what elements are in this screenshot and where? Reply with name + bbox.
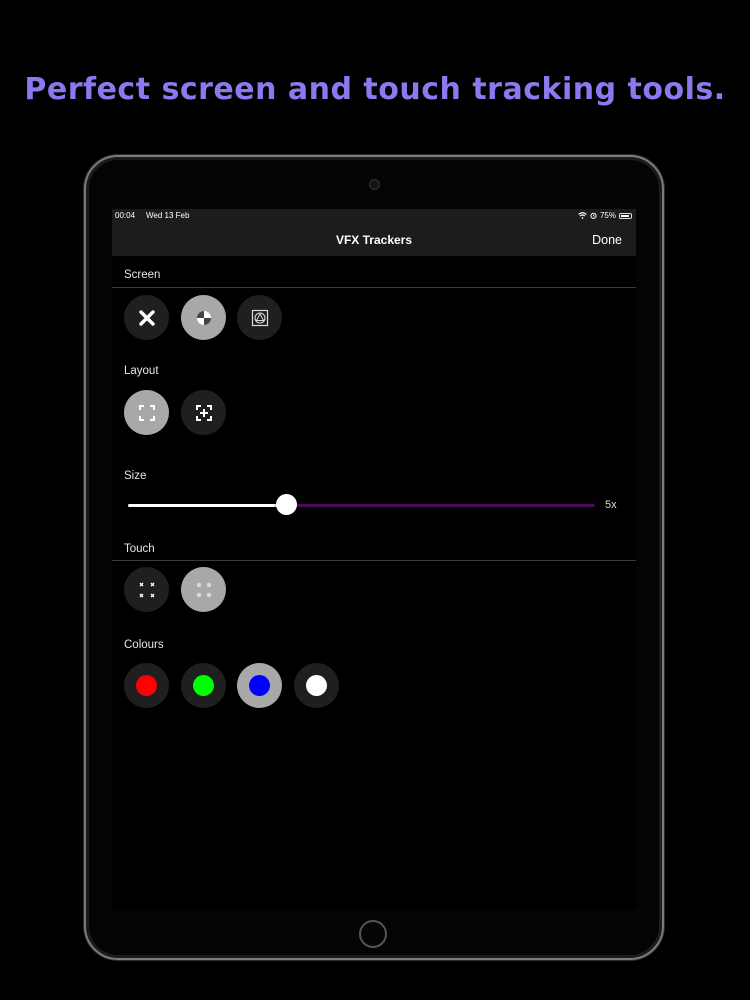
size-slider-thumb[interactable]: [276, 494, 297, 515]
size-section-label: Size: [124, 470, 147, 482]
reference-ball-icon: [196, 310, 211, 325]
center-frame-icon: [195, 404, 212, 421]
red-swatch: [136, 675, 157, 696]
battery-percent: 75%: [599, 211, 616, 220]
screen-divider: [112, 287, 636, 288]
layout-option-center[interactable]: [181, 390, 226, 435]
colour-option-white[interactable]: [294, 663, 339, 708]
page-title: VFX Trackers: [335, 233, 413, 247]
x-grid-icon: [139, 582, 154, 597]
alarm-icon: [590, 212, 597, 219]
done-button[interactable]: Done: [592, 233, 622, 247]
touch-divider: [112, 560, 636, 561]
close-x-icon: [138, 309, 155, 326]
tracking-marker-icon: [251, 309, 268, 326]
touch-option-dots[interactable]: [181, 567, 226, 612]
status-indicators: 75%: [578, 209, 632, 222]
battery-icon: [619, 212, 632, 219]
screen-option-ball[interactable]: [181, 295, 226, 340]
touch-option-crosses[interactable]: [124, 567, 169, 612]
size-value-label: 5x: [605, 499, 617, 511]
nav-bar: VFX Trackers Done: [112, 222, 636, 256]
corner-frame-icon: [138, 404, 155, 421]
blue-swatch: [249, 675, 270, 696]
colours-section-label: Colours: [124, 639, 164, 651]
status-date: Wed 13 Feb: [146, 211, 190, 220]
layout-option-corners[interactable]: [124, 390, 169, 435]
colour-option-blue[interactable]: [237, 663, 282, 708]
camera-icon: [369, 179, 380, 190]
status-time: 00:04: [115, 211, 136, 220]
screen-option-none[interactable]: [124, 295, 169, 340]
layout-section-label: Layout: [124, 365, 159, 377]
size-slider-track[interactable]: [286, 504, 595, 507]
size-slider-fill[interactable]: [128, 504, 286, 507]
headline: Perfect screen and touch tracking tools.: [24, 72, 726, 107]
white-swatch: [306, 675, 327, 696]
dot-grid-icon: [196, 582, 211, 597]
app-screen: 00:04 Wed 13 Feb 75% VFX Trackers Done S…: [112, 209, 636, 909]
green-swatch: [193, 675, 214, 696]
touch-section-label: Touch: [124, 543, 155, 555]
screen-option-marker[interactable]: [237, 295, 282, 340]
wifi-icon: [578, 212, 587, 219]
colour-option-green[interactable]: [181, 663, 226, 708]
colour-option-red[interactable]: [124, 663, 169, 708]
home-button[interactable]: [359, 920, 387, 948]
screen-section-label: Screen: [124, 269, 161, 281]
status-bar: 00:04 Wed 13 Feb 75%: [112, 209, 636, 222]
